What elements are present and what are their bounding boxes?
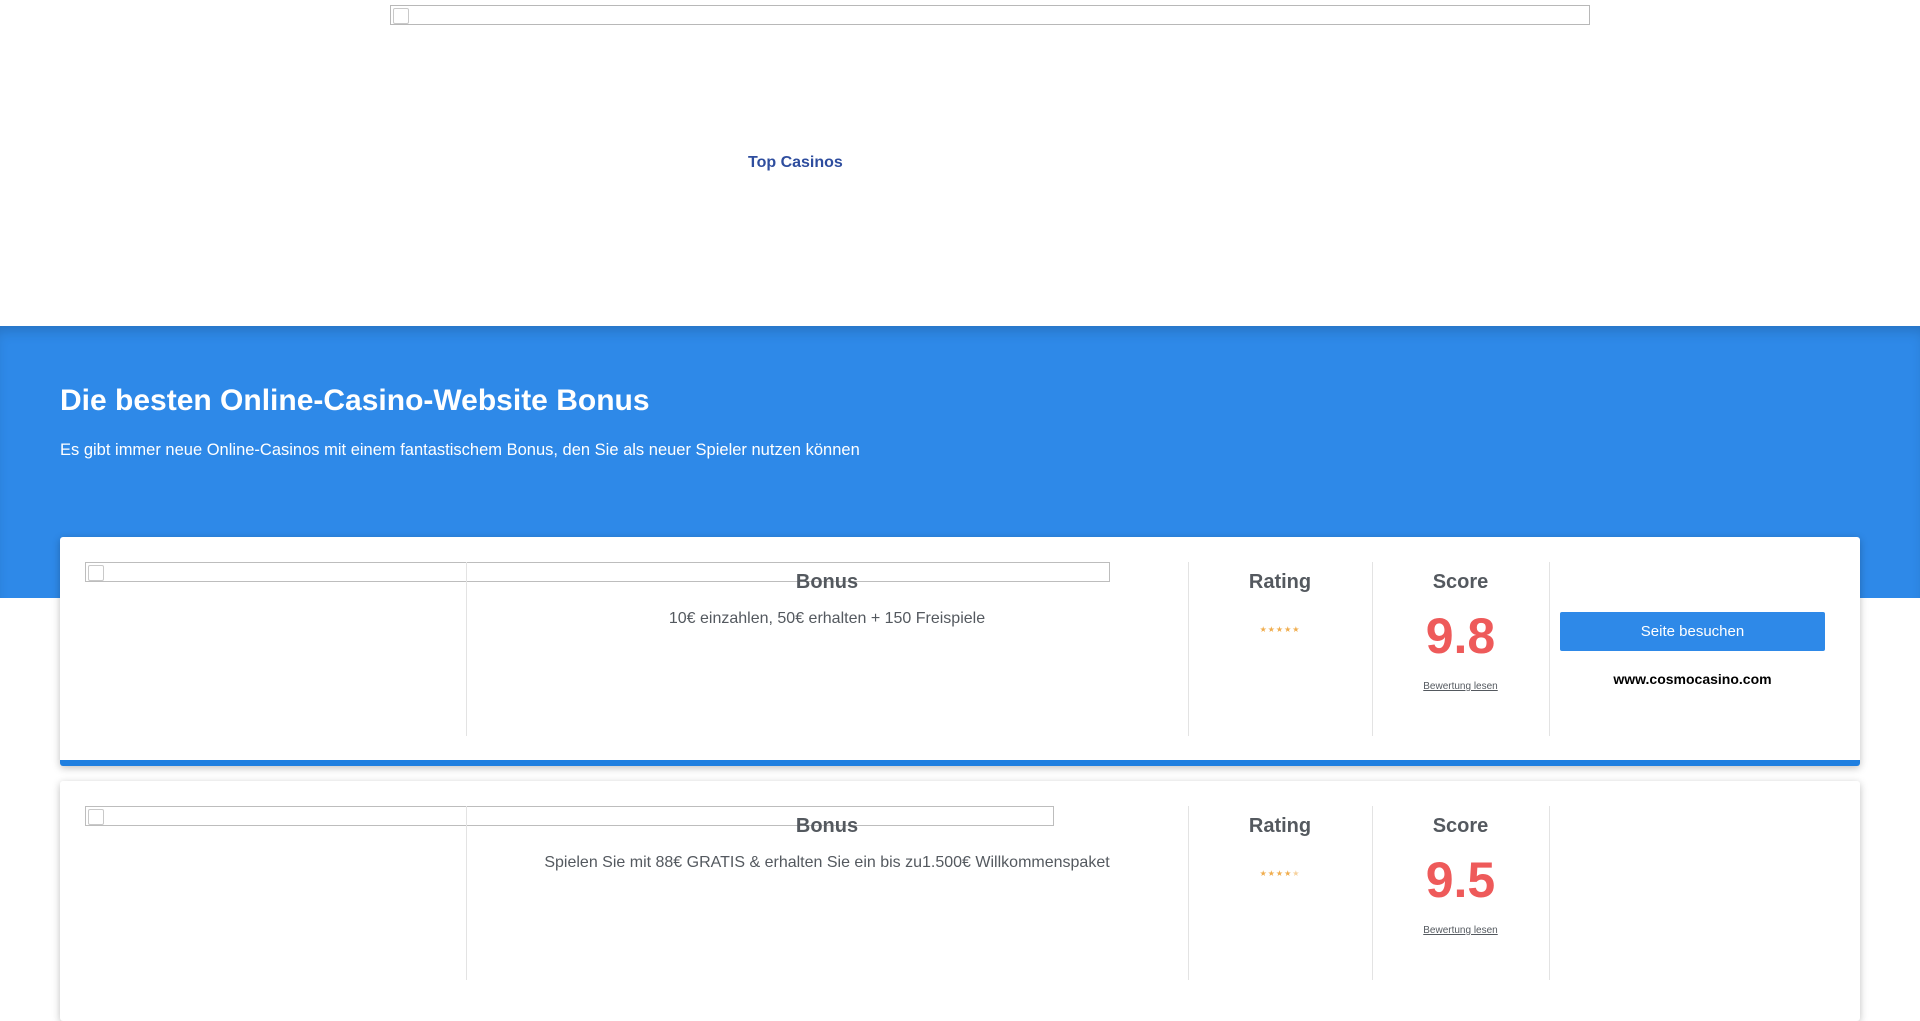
- casino-card: Bonus 10€ einzahlen, 50€ erhalten + 150 …: [60, 537, 1860, 766]
- bonus-heading: Bonus: [795, 815, 859, 837]
- read-review-link[interactable]: Bewertung lesen: [1372, 681, 1549, 692]
- star-icon: ★: [1267, 625, 1276, 634]
- score-value: 9.5: [1425, 852, 1496, 908]
- score-heading: Score: [1432, 571, 1489, 593]
- site-header: Top Casinos: [0, 0, 1920, 326]
- casino-card: Bonus Spielen Sie mit 88€ GRATIS & erhal…: [60, 781, 1860, 1021]
- bonus-description: Spielen Sie mit 88€ GRATIS & erhalten Si…: [544, 854, 1110, 871]
- site-url: www.cosmocasino.com: [1613, 671, 1772, 687]
- divider: [1549, 562, 1550, 736]
- nav-link-top-casinos[interactable]: Top Casinos: [748, 154, 843, 172]
- star-icon: ★: [1275, 869, 1285, 878]
- site-logo-image[interactable]: [390, 5, 1590, 25]
- star-rating: ★★★★★: [1188, 625, 1372, 634]
- star-icon: ★: [1259, 869, 1268, 878]
- star-icon: ★: [1259, 625, 1268, 634]
- star-icon: ★: [1275, 625, 1285, 634]
- rating-heading: Rating: [1248, 815, 1312, 837]
- visit-site-button[interactable]: Seite besuchen: [1560, 612, 1825, 651]
- star-icon: ★: [1292, 869, 1301, 878]
- score-value: 9.8: [1425, 608, 1496, 664]
- hero-title: Die besten Online-Casino-Website Bonus: [60, 384, 650, 417]
- score-heading: Score: [1432, 815, 1489, 837]
- read-review-link[interactable]: Bewertung lesen: [1372, 925, 1549, 936]
- bonus-description: 10€ einzahlen, 50€ erhalten + 150 Freisp…: [668, 610, 986, 627]
- bonus-heading: Bonus: [795, 571, 859, 593]
- hero-subtitle: Es gibt immer neue Online-Casinos mit ei…: [60, 441, 860, 459]
- divider: [1549, 806, 1550, 980]
- star-rating: ★★★★★: [1188, 869, 1372, 878]
- rating-heading: Rating: [1248, 571, 1312, 593]
- star-icon: ★: [1292, 625, 1301, 634]
- star-icon: ★: [1267, 869, 1276, 878]
